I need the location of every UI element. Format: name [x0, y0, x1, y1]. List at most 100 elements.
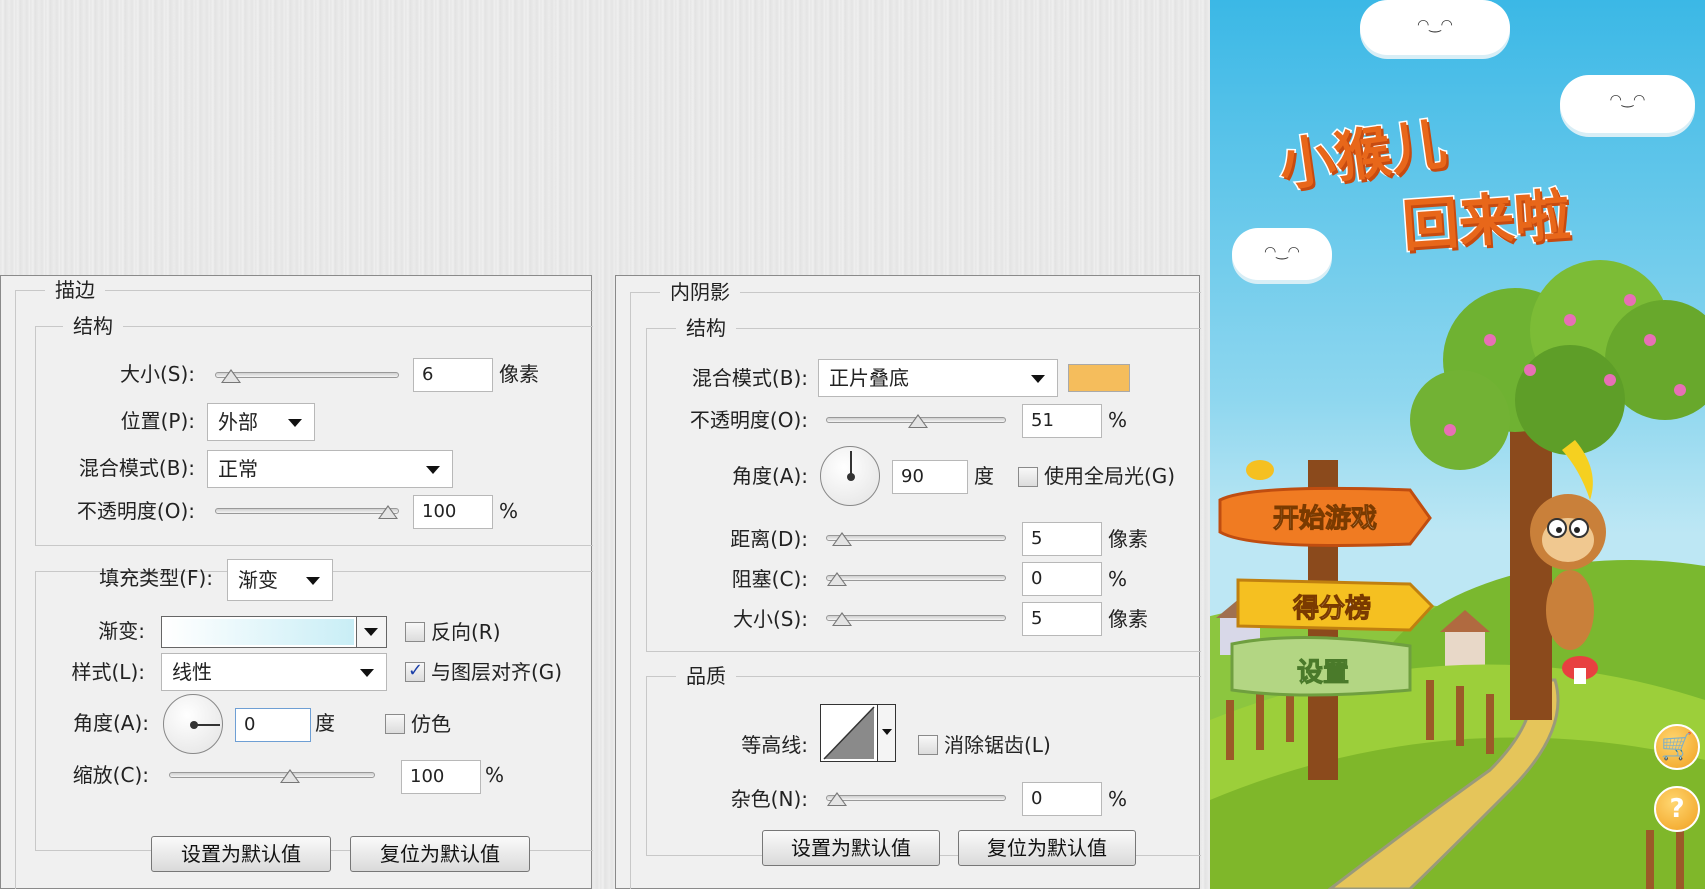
align-with-layer-checkbox[interactable]	[405, 660, 425, 682]
blend-mode-label: 混合模式(B):	[78, 456, 195, 480]
chevron-down-icon	[1031, 375, 1045, 383]
scale-slider[interactable]	[169, 769, 375, 783]
contour-label: 等高线:	[741, 733, 808, 757]
cloud-decoration: ◠‿◠	[1560, 75, 1695, 133]
distance-slider[interactable]	[826, 532, 1006, 546]
global-light-label: 使用全局光(G)	[1044, 464, 1176, 488]
fill-angle-input[interactable]: 0	[235, 708, 311, 742]
opacity-label: 不透明度(O):	[76, 499, 195, 523]
position-value: 外部	[218, 410, 258, 434]
size-unit: 像素	[499, 362, 539, 386]
shadow-set-default-button[interactable]: 设置为默认值	[762, 830, 940, 866]
angle-dot	[847, 473, 855, 481]
opacity-slider-thumb[interactable]	[378, 505, 398, 519]
shadow-size-input[interactable]: 5	[1022, 602, 1102, 636]
align-with-layer-label: 与图层对齐(G)	[431, 660, 563, 684]
shadow-opacity-unit: %	[1108, 408, 1128, 432]
shadow-reset-default-button[interactable]: 复位为默认值	[958, 830, 1136, 866]
scale-slider-thumb[interactable]	[280, 769, 301, 783]
style-label: 样式(L):	[71, 660, 146, 684]
blend-mode-select[interactable]: 正常	[207, 450, 453, 488]
size-slider[interactable]	[215, 369, 399, 383]
choke-input[interactable]: 0	[1022, 562, 1102, 596]
distance-label: 距离(D):	[730, 527, 808, 551]
distance-unit: 像素	[1108, 527, 1148, 551]
size-input[interactable]: 6	[413, 358, 493, 392]
shadow-blend-label: 混合模式(B):	[691, 366, 808, 390]
choke-slider[interactable]	[826, 572, 1006, 586]
dither-checkbox[interactable]	[385, 714, 405, 734]
cloud-face: ◠‿◠	[1417, 16, 1453, 33]
structure-legend: 结构	[63, 314, 123, 338]
shadow-opacity-slider[interactable]	[826, 414, 1006, 428]
distance-slider-thumb[interactable]	[831, 532, 852, 546]
shadow-angle-dial[interactable]	[820, 446, 880, 506]
choke-slider-thumb[interactable]	[827, 572, 847, 586]
shadow-color-swatch[interactable]	[1068, 364, 1130, 392]
angle-dot	[190, 721, 198, 729]
fill-angle-unit: 度	[315, 711, 335, 735]
shopping-cart-icon[interactable]: 🛒	[1654, 724, 1700, 770]
global-light-checkbox[interactable]	[1018, 467, 1038, 487]
reverse-checkbox[interactable]	[405, 622, 425, 642]
reverse-label: 反向(R)	[431, 620, 501, 644]
contour-picker[interactable]	[820, 704, 896, 762]
fill-angle-dial[interactable]	[163, 694, 223, 754]
reset-default-button[interactable]: 复位为默认值	[350, 836, 530, 872]
shadow-size-unit: 像素	[1108, 607, 1148, 631]
distance-input[interactable]: 5	[1022, 522, 1102, 556]
contour-preview	[823, 706, 875, 760]
gradient-picker[interactable]	[161, 616, 387, 648]
style-value: 线性	[172, 660, 212, 684]
opacity-slider[interactable]	[215, 505, 399, 519]
shadow-blend-value: 正片叠底	[829, 366, 909, 390]
fill-type-select[interactable]: 渐变	[227, 559, 333, 601]
style-select[interactable]: 线性	[161, 653, 387, 691]
gradient-dropdown-button[interactable]	[356, 617, 386, 647]
choke-unit: %	[1108, 567, 1128, 591]
fill-angle-label: 角度(A):	[72, 711, 149, 735]
opacity-input[interactable]: 100	[413, 495, 493, 529]
set-default-button[interactable]: 设置为默认值	[151, 836, 331, 872]
position-select[interactable]: 外部	[207, 403, 315, 441]
scale-input[interactable]: 100	[401, 760, 481, 794]
chevron-down-icon	[360, 669, 374, 677]
antialias-label: 消除锯齿(L)	[944, 733, 1051, 757]
opacity-unit: %	[499, 499, 519, 523]
settings-button[interactable]: 设置	[1236, 652, 1410, 689]
shadow-structure-legend: 结构	[676, 316, 736, 340]
start-game-button[interactable]: 开始游戏	[1230, 498, 1420, 535]
shadow-opacity-label: 不透明度(O):	[689, 408, 808, 432]
noise-label: 杂色(N):	[730, 787, 808, 811]
gradient-label: 渐变:	[98, 619, 145, 643]
dither-label: 仿色	[411, 712, 451, 736]
leaderboard-button[interactable]: 得分榜	[1242, 588, 1422, 625]
scale-label: 缩放(C):	[72, 763, 149, 787]
antialias-checkbox[interactable]	[918, 735, 938, 755]
help-icon[interactable]: ?	[1654, 786, 1700, 832]
game-title-line2: 回来啦	[1399, 182, 1574, 262]
shadow-blend-select[interactable]: 正片叠底	[818, 359, 1058, 397]
fill-type-value: 渐变	[238, 568, 278, 592]
shadow-opacity-slider-thumb[interactable]	[907, 414, 928, 428]
quality-frame	[646, 676, 1201, 856]
chevron-down-icon	[364, 628, 378, 636]
stroke-panel: 描边 结构 大小(S): 6 像素 位置(P): 外部 混合模式(B): 正常 …	[0, 275, 593, 889]
noise-slider[interactable]	[826, 792, 1006, 806]
contour-dropdown-button[interactable]	[877, 705, 895, 761]
quality-legend: 品质	[676, 664, 736, 688]
scale-unit: %	[485, 763, 505, 787]
game-screen: ◠‿◠ ◠‿◠ ◠‿◠ 小猴儿 回来啦 开始游戏 得分榜 设置 🛒 ?	[1210, 0, 1705, 889]
cloud-face: ◠‿◠	[1609, 92, 1646, 109]
shadow-opacity-input[interactable]: 51	[1022, 404, 1102, 438]
stroke-title: 描边	[45, 278, 105, 302]
shadow-angle-input[interactable]: 90	[892, 460, 968, 494]
size-slider-thumb[interactable]	[220, 369, 241, 383]
cloud-decoration: ◠‿◠	[1360, 0, 1510, 55]
noise-input[interactable]: 0	[1022, 782, 1102, 816]
shadow-size-slider[interactable]	[826, 612, 1006, 626]
position-label: 位置(P):	[120, 409, 195, 433]
chevron-down-icon	[306, 577, 320, 585]
shadow-size-slider-thumb[interactable]	[831, 612, 852, 626]
noise-slider-thumb[interactable]	[827, 792, 847, 806]
